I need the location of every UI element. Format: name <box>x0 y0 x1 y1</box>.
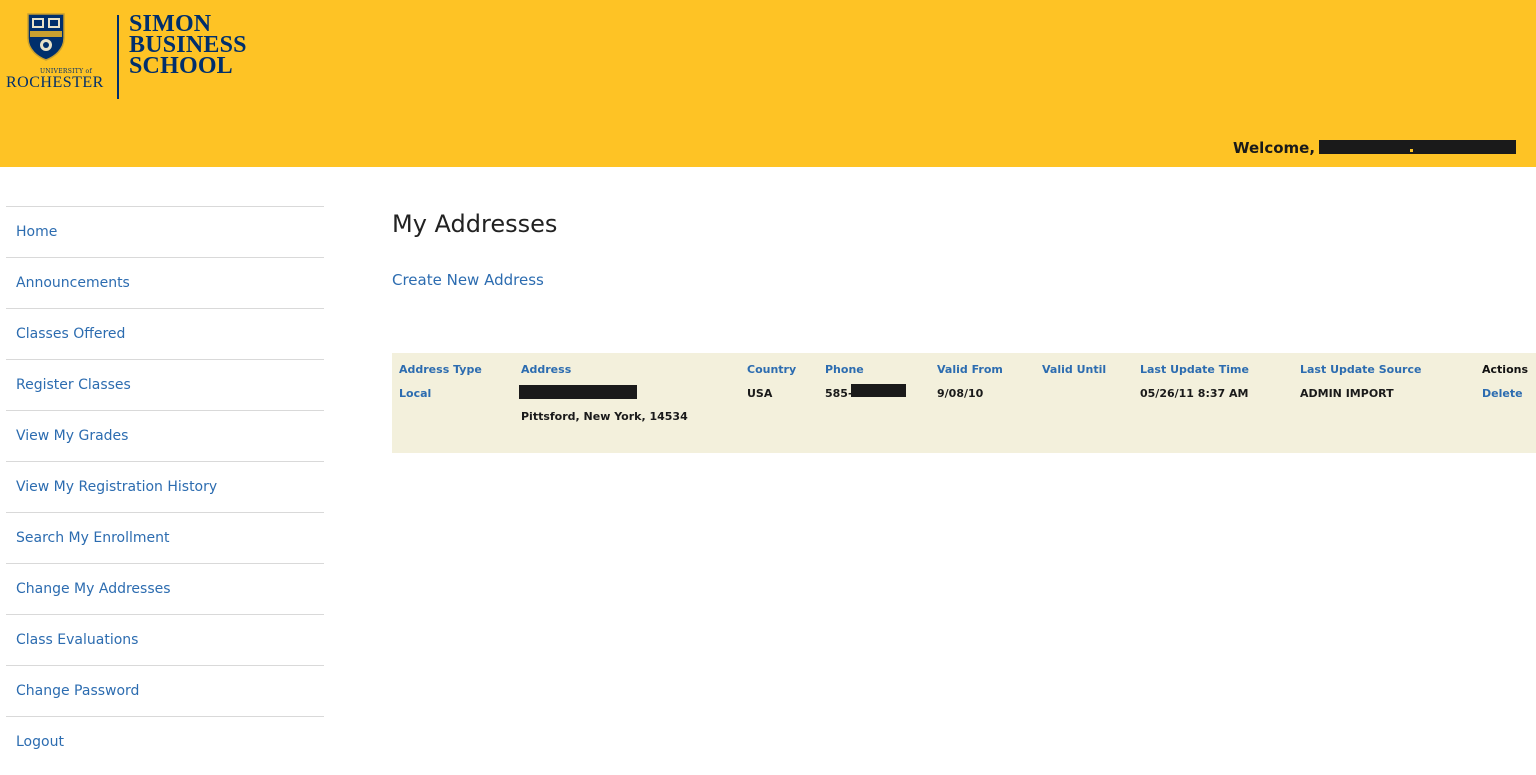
sidebar-item-class-evaluations[interactable]: Class Evaluations <box>6 614 324 665</box>
welcome-label: Welcome, <box>1233 139 1316 157</box>
column-header-address-type[interactable]: Address Type <box>399 363 482 376</box>
create-new-address-link[interactable]: Create New Address <box>392 271 544 289</box>
phone-prefix: 585- <box>825 387 853 400</box>
redacted-phone-number <box>851 384 906 397</box>
sidebar-item-change-password[interactable]: Change Password <box>6 665 324 716</box>
page-title: My Addresses <box>392 210 558 238</box>
sidebar-item-home[interactable]: Home <box>6 206 324 257</box>
column-header-last-update-source[interactable]: Last Update Source <box>1300 363 1421 376</box>
sidebar-item-announcements[interactable]: Announcements <box>6 257 324 308</box>
university-crest-icon <box>27 13 65 61</box>
sidebar-item-classes-offered[interactable]: Classes Offered <box>6 308 324 359</box>
sidebar-item-change-addresses[interactable]: Change My Addresses <box>6 563 324 614</box>
school-name: SIMON BUSINESS SCHOOL <box>129 12 247 79</box>
sidebar-item-view-my-grades[interactable]: View My Grades <box>6 410 324 461</box>
sidebar-item-search-enrollment[interactable]: Search My Enrollment <box>6 512 324 563</box>
sidebar-item-registration-history[interactable]: View My Registration History <box>6 461 324 512</box>
sidebar-item-logout[interactable]: Logout <box>6 716 324 767</box>
school-name-line: SCHOOL <box>129 53 233 79</box>
column-header-last-update-time[interactable]: Last Update Time <box>1140 363 1249 376</box>
column-header-address[interactable]: Address <box>521 363 571 376</box>
address-type-link[interactable]: Local <box>399 387 431 400</box>
country-value: USA <box>747 387 773 400</box>
delete-address-link[interactable]: Delete <box>1482 387 1523 400</box>
page-header: UNIVERSITY of ROCHESTER SIMON BUSINESS S… <box>0 0 1536 167</box>
column-header-country[interactable]: Country <box>747 363 796 376</box>
sidebar-nav: Home Announcements Classes Offered Regis… <box>6 206 324 767</box>
column-header-valid-from[interactable]: Valid From <box>937 363 1003 376</box>
university-name: ROCHESTER <box>6 74 104 91</box>
last-update-source-value: ADMIN IMPORT <box>1300 387 1394 400</box>
column-header-valid-until[interactable]: Valid Until <box>1042 363 1106 376</box>
redacted-address-line1 <box>519 385 637 399</box>
sidebar-item-register-classes[interactable]: Register Classes <box>6 359 324 410</box>
column-header-actions: Actions <box>1482 363 1528 376</box>
addresses-table: Address Type Address Country Phone Valid… <box>392 353 1536 453</box>
address-line2: Pittsford, New York, 14534 <box>521 410 688 423</box>
valid-from-value: 9/08/10 <box>937 387 984 400</box>
redacted-user-name <box>1319 140 1516 154</box>
logo-divider <box>117 15 119 99</box>
last-update-time-value: 05/26/11 8:37 AM <box>1140 387 1249 400</box>
column-header-phone[interactable]: Phone <box>825 363 864 376</box>
